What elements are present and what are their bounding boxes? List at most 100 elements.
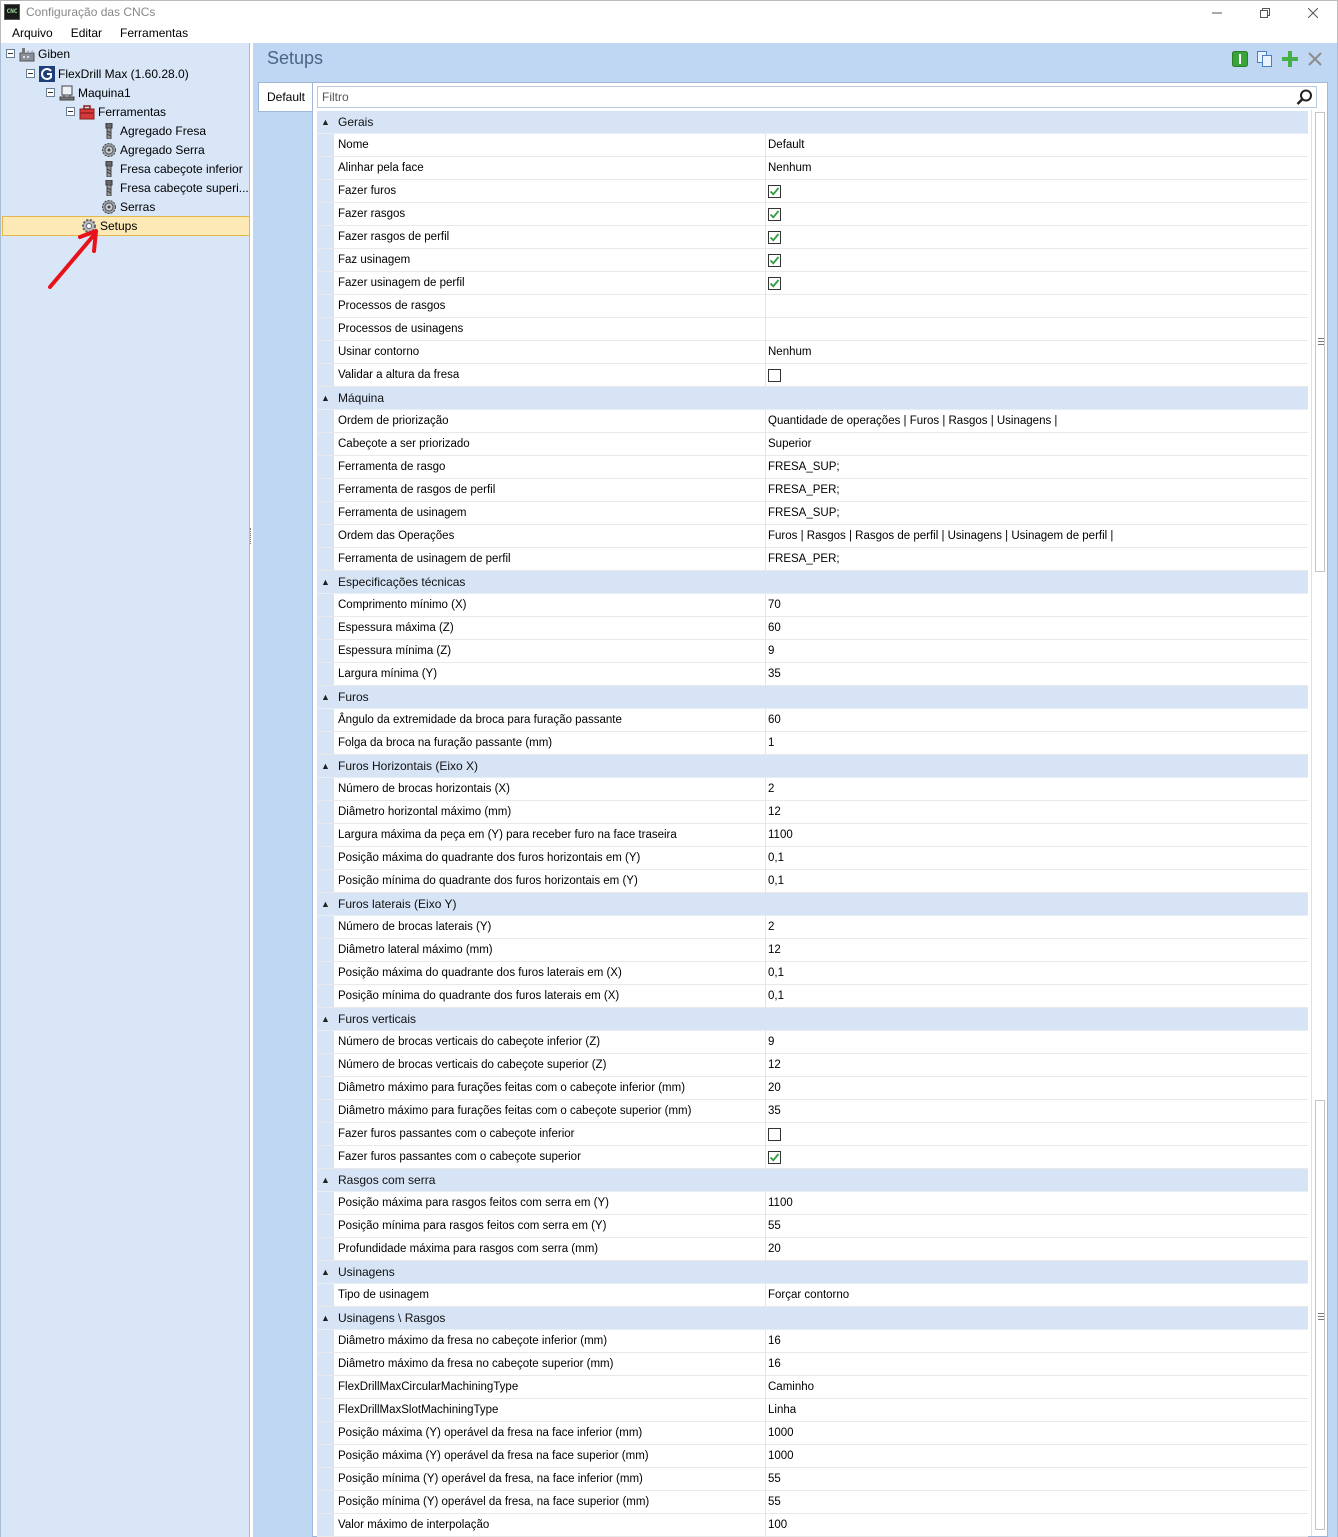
property-row[interactable]: Número de brocas laterais (Y) 2 — [317, 916, 1308, 939]
property-value[interactable]: 1000 — [768, 1427, 794, 1439]
property-value-cell[interactable]: 9 — [766, 640, 1308, 662]
property-value[interactable]: 2 — [768, 921, 774, 933]
tab-default[interactable]: Default — [258, 82, 313, 112]
property-value-cell[interactable]: 2 — [766, 778, 1308, 800]
property-value-cell[interactable]: 16 — [766, 1330, 1308, 1352]
property-row[interactable]: Posição máxima do quadrante dos furos la… — [317, 962, 1308, 985]
info-button[interactable] — [1230, 49, 1250, 69]
property-value-cell[interactable] — [766, 249, 1308, 271]
property-row[interactable]: Posição mínima (Y) operável da fresa, na… — [317, 1491, 1308, 1514]
property-value[interactable]: FRESA_SUP; — [768, 507, 840, 519]
property-row[interactable]: Posição mínima (Y) operável da fresa, na… — [317, 1468, 1308, 1491]
tree-item[interactable]: Ferramentas — [66, 102, 166, 121]
property-value-cell[interactable]: Superior — [766, 433, 1308, 455]
property-value[interactable]: 55 — [768, 1220, 781, 1232]
property-value-cell[interactable]: 0,1 — [766, 962, 1308, 984]
category-header[interactable]: ▲ Furos Horizontais (Eixo X) — [317, 755, 1308, 778]
property-value[interactable]: 16 — [768, 1335, 781, 1347]
property-value-cell[interactable]: 2 — [766, 916, 1308, 938]
property-value[interactable]: 55 — [768, 1473, 781, 1485]
checked-checkbox[interactable] — [768, 253, 781, 267]
property-value[interactable]: 0,1 — [768, 967, 784, 979]
property-row[interactable]: Diâmetro máximo para furações feitas com… — [317, 1100, 1308, 1123]
property-value[interactable]: FRESA_PER; — [768, 553, 840, 565]
property-value[interactable]: 1100 — [768, 829, 793, 841]
property-value[interactable]: 12 — [768, 1059, 781, 1071]
menu-arquivo[interactable]: Arquivo — [3, 26, 62, 40]
scroll-thumb-secondary[interactable] — [1315, 1100, 1325, 1530]
property-value[interactable]: 2 — [768, 783, 774, 795]
property-row[interactable]: Número de brocas verticais do cabeçote i… — [317, 1031, 1308, 1054]
category-header[interactable]: ▲ Máquina — [317, 387, 1308, 410]
property-value-cell[interactable] — [766, 272, 1308, 294]
tree-item[interactable]: Fresa cabeçote superi... — [101, 178, 249, 197]
property-value-cell[interactable] — [766, 226, 1308, 248]
property-row[interactable]: Fazer furos passantes com o cabeçote inf… — [317, 1123, 1308, 1146]
property-row[interactable]: Posição máxima (Y) operável da fresa na … — [317, 1422, 1308, 1445]
unchecked-checkbox[interactable] — [768, 1127, 781, 1141]
collapse-toggle-icon[interactable] — [66, 107, 75, 116]
property-value[interactable]: 16 — [768, 1358, 781, 1370]
close-window-button[interactable] — [1289, 1, 1337, 24]
property-row[interactable]: Largura máxima da peça em (Y) para receb… — [317, 824, 1308, 847]
property-value[interactable]: 9 — [768, 645, 774, 657]
property-value[interactable]: Superior — [768, 438, 811, 450]
property-value-cell[interactable]: 35 — [766, 1100, 1308, 1122]
property-value-cell[interactable]: 12 — [766, 1054, 1308, 1076]
property-row[interactable]: Posição mínima para rasgos feitos com se… — [317, 1215, 1308, 1238]
property-value-cell[interactable]: 0,1 — [766, 870, 1308, 892]
property-value[interactable]: Default — [768, 139, 804, 151]
tree-item[interactable]: Maquina1 — [46, 83, 131, 102]
property-value-cell[interactable]: 0,1 — [766, 847, 1308, 869]
property-value[interactable]: 0,1 — [768, 852, 784, 864]
property-value[interactable]: 12 — [768, 944, 781, 956]
property-value-cell[interactable] — [766, 203, 1308, 225]
property-value-cell[interactable]: FRESA_PER; — [766, 548, 1308, 570]
collapse-arrow-icon[interactable]: ▲ — [317, 692, 334, 702]
property-value[interactable]: 60 — [768, 622, 781, 634]
property-value-cell[interactable]: 1100 — [766, 824, 1308, 846]
property-value-cell[interactable]: FRESA_SUP; — [766, 456, 1308, 478]
property-value[interactable]: 1000 — [768, 1450, 794, 1462]
category-header[interactable]: ▲ Usinagens — [317, 1261, 1308, 1284]
property-value-cell[interactable]: Default — [766, 134, 1308, 156]
property-value[interactable]: Nenhum — [768, 162, 811, 174]
property-value-cell[interactable] — [766, 318, 1308, 340]
property-value-cell[interactable] — [766, 180, 1308, 202]
checked-checkbox[interactable] — [768, 276, 781, 290]
property-value[interactable]: 55 — [768, 1496, 781, 1508]
checked-checkbox[interactable] — [768, 1150, 781, 1164]
property-value-cell[interactable]: Nenhum — [766, 157, 1308, 179]
collapse-arrow-icon[interactable]: ▲ — [317, 393, 334, 403]
scroll-thumb[interactable] — [1315, 112, 1325, 572]
property-value-cell[interactable] — [766, 1146, 1308, 1168]
property-row[interactable]: Profundidade máxima para rasgos com serr… — [317, 1238, 1308, 1261]
property-value[interactable]: Quantidade de operações | Furos | Rasgos… — [768, 415, 1057, 427]
collapse-arrow-icon[interactable]: ▲ — [317, 117, 334, 127]
property-value-cell[interactable]: 55 — [766, 1215, 1308, 1237]
property-row[interactable]: Fazer furos — [317, 180, 1308, 203]
property-row[interactable]: Fazer furos passantes com o cabeçote sup… — [317, 1146, 1308, 1169]
property-row[interactable]: Posição máxima (Y) operável da fresa na … — [317, 1445, 1308, 1468]
add-button[interactable] — [1280, 49, 1300, 69]
property-row[interactable]: Ordem das Operações Furos | Rasgos | Rasg… — [317, 525, 1308, 548]
property-value-cell[interactable] — [766, 1123, 1308, 1145]
property-value-cell[interactable] — [766, 295, 1308, 317]
property-value-cell[interactable]: 35 — [766, 663, 1308, 685]
property-value-cell[interactable]: 20 — [766, 1238, 1308, 1260]
property-value-cell[interactable]: Linha — [766, 1399, 1308, 1421]
property-value[interactable]: Nenhum — [768, 346, 811, 358]
property-value[interactable]: Caminho — [768, 1381, 814, 1393]
tree-item[interactable]: Fresa cabeçote inferior — [101, 159, 243, 178]
property-row[interactable]: Posição mínima do quadrante dos furos la… — [317, 985, 1308, 1008]
delete-button[interactable] — [1305, 49, 1325, 69]
category-header[interactable]: ▲ Especificações técnicas — [317, 571, 1308, 594]
property-row[interactable]: Espessura máxima (Z) 60 — [317, 617, 1308, 640]
property-value-cell[interactable]: FRESA_SUP; — [766, 502, 1308, 524]
search-icon[interactable] — [1296, 89, 1313, 106]
property-value-cell[interactable]: 12 — [766, 801, 1308, 823]
property-value-cell[interactable]: Caminho — [766, 1376, 1308, 1398]
property-value-cell[interactable]: 1 — [766, 732, 1308, 754]
property-row[interactable]: Posição mínima do quadrante dos furos ho… — [317, 870, 1308, 893]
property-value[interactable]: 100 — [768, 1519, 787, 1531]
